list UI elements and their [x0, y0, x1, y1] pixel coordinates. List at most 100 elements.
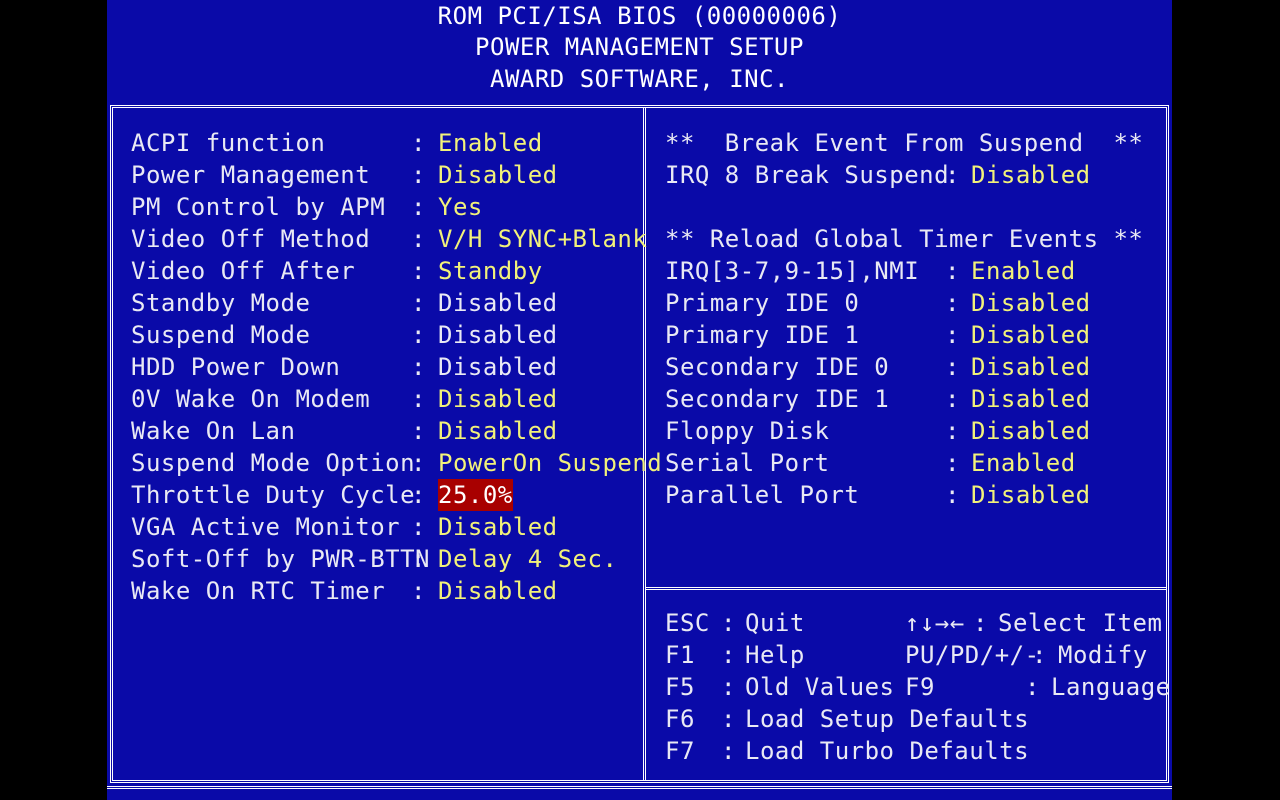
- setting-value[interactable]: Standby: [438, 255, 543, 287]
- break-event-heading: ** Break Event From Suspend **: [665, 129, 1144, 157]
- setting-label: Power Management: [131, 161, 371, 189]
- colon-separator: :: [411, 225, 426, 253]
- colon-separator: :: [945, 257, 960, 285]
- colon-separator: :: [411, 129, 426, 157]
- colon-separator: :: [411, 481, 426, 509]
- setting-value[interactable]: V/H SYNC+Blank: [438, 223, 647, 255]
- setting-value[interactable]: Enabled: [438, 127, 543, 159]
- setting-label: HDD Power Down: [131, 353, 341, 381]
- setting-label: Soft-Off by PWR-BTTN: [131, 545, 430, 573]
- setting-label: Wake On RTC Timer: [131, 577, 386, 605]
- help-divider: [646, 587, 1166, 590]
- help-action: Help: [745, 641, 805, 669]
- setting-label: Suspend Mode Option: [131, 449, 416, 477]
- help-action: Load Setup Defaults: [745, 705, 1030, 733]
- colon-separator: :: [411, 353, 426, 381]
- bios-screen: ROM PCI/ISA BIOS (00000006) POWER MANAGE…: [107, 0, 1172, 800]
- vendor-title: AWARD SOFTWARE, INC.: [490, 65, 789, 93]
- reload-setting-value[interactable]: Disabled: [971, 479, 1091, 511]
- colon-separator: :: [411, 417, 426, 445]
- setting-label: Standby Mode: [131, 289, 311, 317]
- colon-separator: :: [411, 513, 426, 541]
- setting-label: Video Off After: [131, 257, 356, 285]
- reload-setting-value[interactable]: Disabled: [971, 415, 1091, 447]
- help-action: Old Values: [745, 673, 895, 701]
- setting-value[interactable]: Disabled: [438, 415, 558, 447]
- colon-separator: :: [411, 257, 426, 285]
- reload-timer-heading: ** Reload Global Timer Events **: [665, 225, 1144, 253]
- reload-setting-label: IRQ[3-7,9-15],NMI: [665, 257, 920, 285]
- colon-separator: :: [411, 321, 426, 349]
- setting-value[interactable]: Disabled: [438, 383, 558, 415]
- colon-separator: :: [721, 609, 736, 637]
- setting-value[interactable]: Disabled: [438, 511, 558, 543]
- help-key-secondary: PU/PD/+/-: [905, 641, 1040, 669]
- setting-label: ACPI function: [131, 129, 326, 157]
- setting-label: VGA Active Monitor: [131, 513, 401, 541]
- colon-separator: :: [1025, 673, 1040, 701]
- reload-setting-value[interactable]: Disabled: [971, 351, 1091, 383]
- colon-separator: :: [721, 673, 736, 701]
- setting-value[interactable]: Disabled: [438, 159, 558, 191]
- panel-divider: [643, 108, 646, 780]
- setting-label: PM Control by APM: [131, 193, 386, 221]
- reload-setting-label: Primary IDE 1: [665, 321, 860, 349]
- help-action-secondary: Modify: [1058, 641, 1148, 669]
- colon-separator: :: [945, 289, 960, 317]
- colon-separator: :: [945, 417, 960, 445]
- help-key: F7: [665, 737, 695, 765]
- help-key: ESC: [665, 609, 710, 637]
- colon-separator: :: [721, 737, 736, 765]
- colon-separator: :: [721, 705, 736, 733]
- reload-setting-label: Secondary IDE 0: [665, 353, 890, 381]
- setting-label: Throttle Duty Cycle: [131, 481, 416, 509]
- colon-separator: :: [411, 577, 426, 605]
- colon-separator: :: [411, 385, 426, 413]
- bottom-bar: [107, 786, 1172, 789]
- colon-separator: :: [411, 289, 426, 317]
- reload-setting-value[interactable]: Disabled: [971, 319, 1091, 351]
- reload-setting-label: Floppy Disk: [665, 417, 830, 445]
- bios-title: ROM PCI/ISA BIOS (00000006): [437, 2, 842, 30]
- setting-label: 0V Wake On Modem: [131, 385, 371, 413]
- setting-value[interactable]: Delay 4 Sec.: [438, 543, 617, 575]
- setting-value: Disabled: [438, 321, 558, 349]
- setting-label: Video Off Method: [131, 225, 371, 253]
- help-key: F6: [665, 705, 695, 733]
- help-key: F5: [665, 673, 695, 701]
- colon-separator: :: [721, 641, 736, 669]
- help-key: F1: [665, 641, 695, 669]
- break-setting-value[interactable]: Disabled: [971, 159, 1091, 191]
- colon-separator: :: [411, 161, 426, 189]
- reload-setting-value[interactable]: Disabled: [971, 383, 1091, 415]
- break-setting-label: IRQ 8 Break Suspend: [665, 161, 950, 189]
- setting-value: Disabled: [438, 353, 558, 381]
- colon-separator: :: [411, 449, 426, 477]
- setup-title: POWER MANAGEMENT SETUP: [475, 33, 804, 61]
- colon-separator: :: [1032, 641, 1047, 669]
- help-action-secondary: Language: [1051, 673, 1171, 701]
- setting-value[interactable]: Yes: [438, 191, 483, 223]
- help-action: Quit: [745, 609, 805, 637]
- help-action: Load Turbo Defaults: [745, 737, 1030, 765]
- colon-separator: :: [411, 545, 426, 573]
- help-key-secondary: ↑↓→←: [905, 609, 965, 637]
- colon-separator: :: [945, 449, 960, 477]
- colon-separator: :: [945, 321, 960, 349]
- colon-separator: :: [945, 481, 960, 509]
- help-key-secondary: F9: [905, 673, 935, 701]
- help-action-secondary: Select Item: [998, 609, 1163, 637]
- setting-value[interactable]: PowerOn Suspend: [438, 447, 662, 479]
- setting-value[interactable]: 25.0%: [438, 479, 513, 511]
- reload-setting-label: Parallel Port: [665, 481, 860, 509]
- reload-setting-value[interactable]: Enabled: [971, 447, 1076, 479]
- setting-label: Wake On Lan: [131, 417, 296, 445]
- colon-separator: :: [945, 385, 960, 413]
- reload-setting-value[interactable]: Enabled: [971, 255, 1076, 287]
- reload-setting-label: Secondary IDE 1: [665, 385, 890, 413]
- setting-value[interactable]: Disabled: [438, 575, 558, 607]
- colon-separator: :: [945, 353, 960, 381]
- reload-setting-value[interactable]: Disabled: [971, 287, 1091, 319]
- colon-separator: :: [945, 161, 960, 189]
- colon-separator: :: [973, 609, 988, 637]
